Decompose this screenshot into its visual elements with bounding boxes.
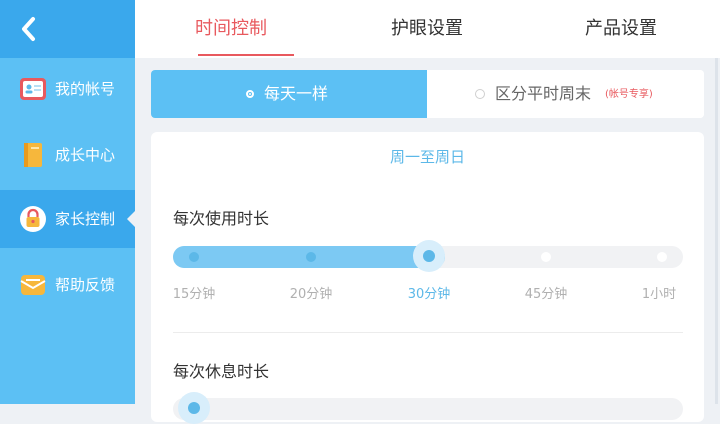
mode-weekday-weekend-label: 区分平时周末: [495, 84, 592, 103]
message-icon: [20, 275, 46, 295]
rest-duration-title: 每次休息时长: [173, 362, 270, 381]
slider-step-dot: [541, 252, 551, 262]
slider-step-dot: [189, 252, 199, 262]
radio-unselected-icon: [475, 89, 485, 99]
schedule-mode-toggle: 每天一样 区分平时周末 (帐号专享): [151, 70, 704, 118]
sidebar-item-label: 家长控制: [55, 210, 116, 228]
sidebar-item-growth[interactable]: 成长中心: [0, 126, 135, 184]
sidebar-item-account[interactable]: 我的帐号: [0, 60, 135, 118]
usage-option-label[interactable]: 20分钟: [290, 283, 333, 302]
usage-option-label[interactable]: 45分钟: [525, 283, 568, 302]
usage-duration-slider[interactable]: [173, 240, 683, 272]
sidebar-item-label: 成长中心: [55, 146, 116, 164]
usage-slider-thumb[interactable]: [413, 240, 445, 272]
usage-option-label[interactable]: 1小时: [642, 283, 676, 302]
active-tab-indicator: [198, 54, 294, 56]
sidebar-item-label: 我的帐号: [55, 80, 116, 98]
top-tab-bar: 时间控制 护眼设置 产品设置: [135, 0, 720, 58]
lock-icon: [20, 206, 46, 232]
back-bar: [0, 0, 135, 58]
tab-product-settings[interactable]: 产品设置: [565, 0, 677, 58]
radio-selected-icon: [246, 90, 254, 98]
rest-duration-slider[interactable]: [173, 392, 683, 424]
slider-step-dot: [657, 252, 667, 262]
mode-every-day-same-label: 每天一样: [264, 84, 329, 103]
sidebar-item-parental-control[interactable]: 家长控制: [0, 190, 135, 248]
section-divider: [173, 332, 683, 333]
day-range-heading: 周一至周日: [389, 148, 465, 166]
usage-option-label[interactable]: 30分钟: [408, 283, 451, 302]
rest-slider-thumb[interactable]: [178, 392, 210, 424]
usage-option-label[interactable]: 15分钟: [173, 283, 216, 302]
sidebar-item-label: 帮助反馈: [55, 276, 116, 294]
back-chevron-icon[interactable]: [14, 14, 44, 44]
time-settings-card: 周一至周日 每次使用时长 15分钟 20分钟 30分钟 45分钟 1小时 每次休…: [151, 132, 704, 424]
tab-eye-protection[interactable]: 护眼设置: [371, 0, 483, 58]
book-icon: [24, 143, 42, 167]
mode-every-day-same-button[interactable]: 每天一样: [151, 70, 427, 118]
account-card-icon: [20, 78, 46, 100]
sidebar: 我的帐号 成长中心 家长控制 帮助反馈: [0, 0, 135, 404]
sidebar-item-help-feedback[interactable]: 帮助反馈: [0, 256, 135, 314]
mode-weekday-weekend-button[interactable]: 区分平时周末 (帐号专享): [427, 70, 704, 118]
slider-step-dot: [306, 252, 316, 262]
content-scrollbar[interactable]: [715, 58, 718, 404]
tab-time-control[interactable]: 时间控制: [175, 0, 287, 58]
usage-duration-title: 每次使用时长: [173, 209, 270, 228]
account-exclusive-note: (帐号专享): [605, 89, 653, 100]
